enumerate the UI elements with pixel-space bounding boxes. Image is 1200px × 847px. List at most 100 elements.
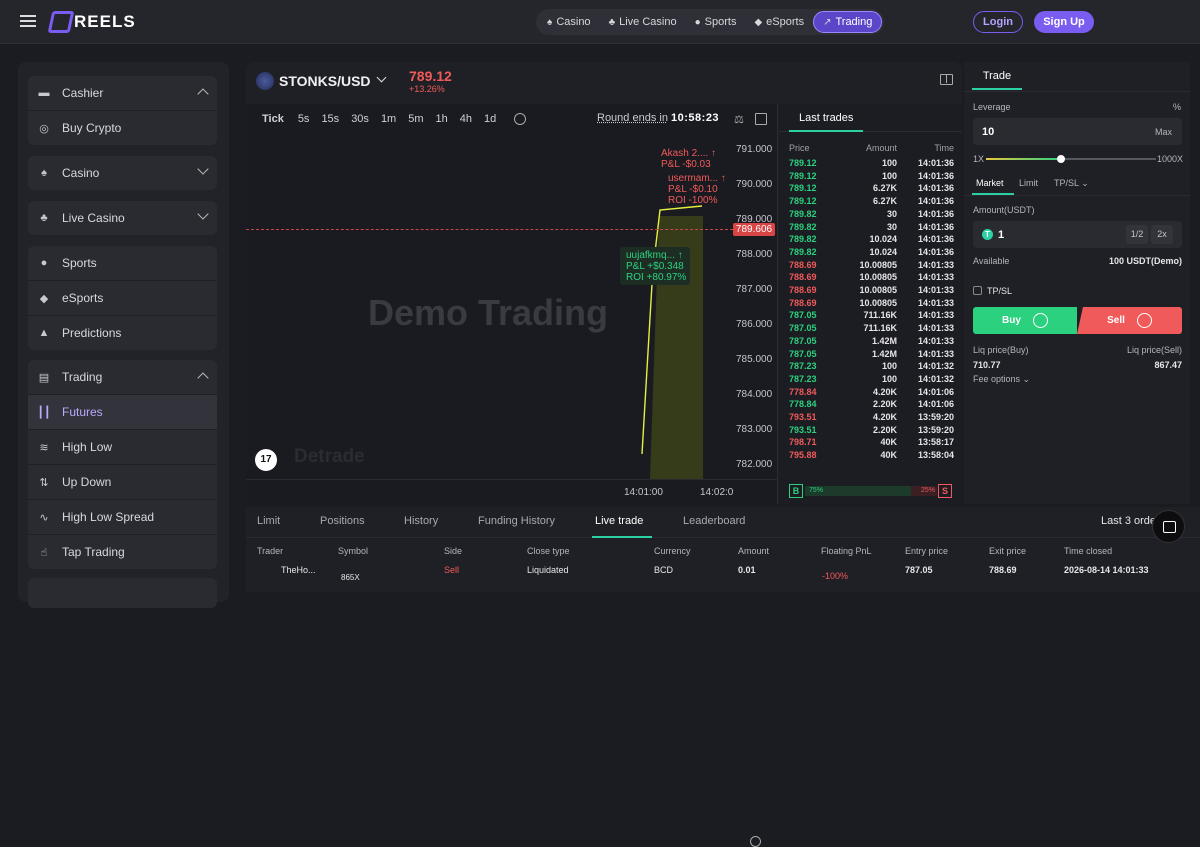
menu-icon[interactable]: [20, 15, 36, 27]
soccer-ball-icon: ●: [40, 257, 48, 269]
timeframe-1m[interactable]: 1m: [381, 113, 396, 125]
timeframe-30s[interactable]: 30s: [351, 113, 369, 125]
timeframe-1d[interactable]: 1d: [484, 113, 496, 125]
price-chart[interactable]: Tick 5s 15s 30s 1m 5m 1h 4h 1d Round end…: [246, 104, 778, 847]
sidebar-group-trading: ▤ Trading ┃┃ Futures ≋ High Low ⇅ Up Down ∿ H…: [28, 360, 217, 569]
pair-selector[interactable]: STONKS/USD: [279, 73, 371, 89]
tab-history[interactable]: History: [404, 515, 438, 527]
timeframe-tick[interactable]: Tick: [262, 113, 284, 125]
trade-row: 788.69 10.00805 14:01:33: [779, 298, 962, 311]
trade-row: 789.82 10.024 14:01:36: [779, 247, 962, 260]
sidebar-group-more: [28, 578, 217, 608]
tab-tpsl[interactable]: TP/SL ⌄: [1054, 178, 1089, 189]
sidebar-group-cashier: ▬ Cashier ◎ Buy Crypto: [28, 76, 217, 145]
timeframe-15s[interactable]: 15s: [321, 113, 339, 125]
amount-label: Amount(USDT): [973, 205, 1035, 215]
tab-leaderboard[interactable]: Leaderboard: [683, 515, 745, 527]
sidebar-item-futures[interactable]: ┃┃ Futures: [28, 395, 217, 429]
sidebar-item-casino[interactable]: ♠ Casino: [28, 156, 217, 190]
tab-positions[interactable]: Positions: [320, 515, 365, 527]
trade-row: 778.84 4.20K 14:01:06: [779, 387, 962, 400]
fullscreen-icon[interactable]: [755, 113, 767, 125]
timeframe-4h[interactable]: 4h: [460, 113, 472, 125]
trade-row: 778.84 2.20K 14:01:06: [779, 399, 962, 412]
sidebar-item-high-low[interactable]: ≋ High Low: [28, 430, 217, 464]
brand-logo[interactable]: REELS: [47, 10, 136, 34]
sidebar-item-trading[interactable]: ▤ Trading: [28, 360, 217, 394]
chart-line-icon: ↗: [823, 16, 832, 28]
leverage-slider[interactable]: [986, 155, 1156, 163]
cell-trader[interactable]: TheHo...: [281, 565, 316, 575]
chevron-down-icon: ⌄: [1022, 374, 1031, 384]
liq-sell-value: 867.47: [1154, 360, 1182, 370]
trade-time: 14:01:33: [917, 335, 954, 346]
column-side: Side: [444, 546, 463, 556]
timeframe-5s[interactable]: 5s: [298, 113, 310, 125]
scale-icon[interactable]: ⚖: [734, 113, 744, 126]
nav-trading[interactable]: ↗ Trading: [813, 11, 883, 33]
double-button[interactable]: 2x: [1151, 225, 1173, 244]
sell-button[interactable]: Sell: [1077, 307, 1182, 334]
tab-market[interactable]: Market: [976, 178, 1004, 188]
trade-row: 787.05 1.42M 14:01:33: [779, 349, 962, 362]
sidebar-item-esports[interactable]: ◆ eSports: [28, 281, 217, 315]
last-trades-panel: Last trades Price Amount Time 789.12 100 1…: [779, 104, 962, 504]
chevron-up-icon: [197, 88, 209, 100]
chevron-down-icon: ⌄: [1081, 178, 1089, 188]
timeframe-5m[interactable]: 5m: [408, 113, 423, 125]
nav-sports[interactable]: ● Sports: [686, 11, 746, 33]
max-button[interactable]: Max: [1155, 127, 1172, 137]
sidebar-item-predictions[interactable]: ▲ Predictions: [28, 316, 217, 350]
target-icon[interactable]: [750, 836, 761, 847]
spread-wave-icon: ∿: [39, 511, 49, 524]
top-bar: REELS ♠ Casino ♣ Live Casino ● Sports ◆ eSpo…: [0, 0, 1200, 44]
book-icon[interactable]: [940, 74, 953, 85]
tab-last-trades[interactable]: Last trades: [789, 104, 864, 132]
leverage-input[interactable]: 10 Max: [973, 118, 1182, 145]
slider-handle[interactable]: [1056, 155, 1065, 163]
sidebar-item-up-down[interactable]: ⇅ Up Down: [28, 465, 217, 499]
signup-button[interactable]: Sign Up: [1034, 11, 1094, 33]
nav-esports[interactable]: ◆ eSports: [745, 11, 813, 33]
trade-price: 793.51: [789, 424, 817, 435]
buy-button[interactable]: Buy: [973, 307, 1077, 334]
tab-limit[interactable]: Limit: [1019, 178, 1038, 188]
column-close-type: Close type: [527, 546, 570, 556]
tab-live-trade[interactable]: Live trade: [595, 515, 643, 527]
tpsl-label: TP/SL: [987, 286, 1013, 296]
y-tick: 790.000: [736, 179, 773, 190]
trade-row: 795.88 40K 13:58:04: [779, 450, 962, 463]
trade-amount: 100: [881, 158, 897, 168]
percent-toggle[interactable]: %: [1173, 102, 1181, 112]
login-button[interactable]: Login: [973, 11, 1023, 33]
amount-input[interactable]: T 1 1/2 2x: [973, 221, 1182, 248]
gear-icon[interactable]: [514, 113, 527, 125]
sidebar-item-live-casino[interactable]: ♣ Live Casino: [28, 201, 217, 235]
trade-amount: 100: [881, 373, 897, 384]
chevron-down-icon[interactable]: [376, 72, 387, 83]
chat-launcher-icon[interactable]: [1152, 510, 1185, 543]
fee-options-toggle[interactable]: Fee options ⌄: [973, 374, 1030, 385]
tab-limit-orders[interactable]: Limit: [257, 515, 280, 527]
sidebar-item-cashier[interactable]: ▬ Cashier: [28, 76, 217, 110]
sidebar-item-tap-trading[interactable]: ☝ Tap Trading: [28, 535, 217, 569]
half-button[interactable]: 1/2: [1126, 225, 1148, 244]
trade-time: 14:01:33: [917, 285, 954, 295]
trade-panel: Trade Leverage % 10 Max 1X 1000X Market …: [964, 62, 1190, 504]
trade-time: 14:01:36: [917, 246, 954, 257]
tpsl-checkbox[interactable]: [973, 286, 982, 295]
sidebar-item-sports[interactable]: ● Sports: [28, 246, 217, 280]
column-time-closed: Time closed: [1064, 546, 1113, 556]
trade-row: 789.12 100 14:01:36: [779, 158, 962, 171]
sidebar-item-buy-crypto[interactable]: ◎ Buy Crypto: [28, 111, 217, 145]
timeframe-1h[interactable]: 1h: [436, 113, 448, 125]
tab-funding-history[interactable]: Funding History: [478, 515, 555, 527]
trade-price: 795.88: [789, 450, 817, 461]
logo-mark-icon: [47, 11, 75, 33]
nav-live-casino[interactable]: ♣ Live Casino: [600, 11, 686, 33]
sidebar-item-high-low-spread[interactable]: ∿ High Low Spread: [28, 500, 217, 534]
nav-casino[interactable]: ♠ Casino: [538, 11, 600, 33]
tab-trade[interactable]: Trade: [972, 62, 1022, 90]
last-orders-filter[interactable]: Last 3 orde: [1101, 515, 1156, 527]
tradingview-logo[interactable]: 17: [255, 449, 277, 471]
